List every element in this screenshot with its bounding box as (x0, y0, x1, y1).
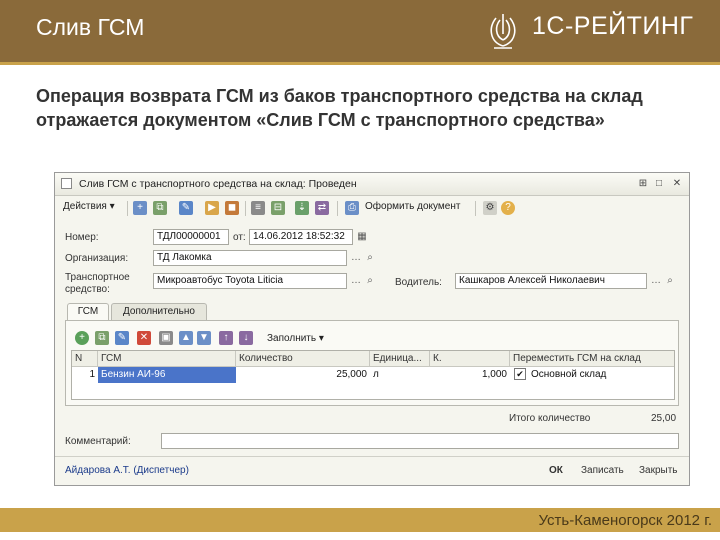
select-button[interactable]: … (649, 274, 663, 288)
tab-additional[interactable]: Дополнительно (111, 303, 207, 321)
column-header-move-to-warehouse[interactable]: Переместить ГСМ на склад (510, 351, 674, 367)
post-document-button[interactable]: Оформить документ (365, 201, 460, 212)
driver-label: Водитель: (395, 277, 442, 288)
brand-name: 1С-РЕЙТИНГ (532, 12, 694, 40)
list-icon[interactable]: ≡ (251, 201, 265, 215)
copy-row-icon[interactable]: ⧉ (95, 331, 109, 345)
window-titlebar: Слив ГСМ с транспортного средства на скл… (55, 173, 689, 196)
column-header-n[interactable]: N (72, 351, 98, 367)
maximize-icon[interactable]: □ (653, 178, 665, 190)
table-cell-warehouse[interactable]: Основной склад (528, 367, 674, 383)
comment-field[interactable] (161, 433, 679, 449)
footer-city-year: Усть-Каменогорск 2012 г. (538, 512, 712, 529)
select-button[interactable]: … (349, 274, 363, 288)
sort-asc-icon[interactable]: ↑ (219, 331, 233, 345)
new-document-icon[interactable]: + (133, 201, 147, 215)
header-divider (0, 62, 720, 65)
toolbar-divider (475, 201, 476, 216)
movements-icon[interactable]: ⇄ (315, 201, 329, 215)
delete-row-icon[interactable]: ✕ (137, 331, 151, 345)
actions-label: Действия (63, 201, 107, 212)
comment-label: Комментарий: (65, 436, 131, 447)
actions-menu[interactable]: Действия ▾ (63, 201, 115, 212)
vehicle-field[interactable]: Микроавтобус Toyota Liticia (153, 273, 347, 289)
toolbar-divider (337, 201, 338, 216)
search-icon[interactable]: ⌕ (363, 251, 377, 265)
ok-button[interactable]: ОК (549, 465, 563, 476)
help-icon[interactable]: ? (501, 201, 515, 215)
table-cell-n: 1 (89, 369, 95, 380)
fuel-table: N ГСМ Количество Единица... К. Перемести… (71, 350, 675, 400)
total-quantity-label: Итого количество (509, 413, 591, 424)
move-checkbox[interactable]: ✔ (514, 367, 528, 383)
column-header-quantity[interactable]: Количество (236, 351, 370, 367)
sort-desc-icon[interactable]: ↓ (239, 331, 253, 345)
tab-fuel[interactable]: ГСМ (67, 303, 109, 321)
add-row-icon[interactable]: + (75, 331, 89, 345)
save-button[interactable]: Записать (581, 465, 624, 476)
slide-description: Операция возврата ГСМ из баков транспорт… (36, 86, 643, 130)
close-icon[interactable]: ✕ (671, 178, 683, 190)
move-down-icon[interactable]: ▼ (197, 331, 211, 345)
main-toolbar: Действия ▾ + ⧉ ✎ ▶ ◼ ≡ ⊟ ⇣ ⇄ ⎙ Оформить … (55, 197, 689, 219)
date-field[interactable]: 14.06.2012 18:52:32 (249, 229, 353, 245)
chevron-down-icon: ▾ (318, 333, 324, 344)
toolbar-divider (127, 201, 128, 216)
post-icon[interactable]: ▶ (205, 201, 219, 215)
window-title: Слив ГСМ с транспортного средства на скл… (79, 178, 357, 190)
author-link[interactable]: Айдарова А.Т. (Диспетчер) (65, 465, 189, 476)
table-cell-k[interactable]: 1,000 (430, 367, 510, 383)
column-header-k[interactable]: К. (430, 351, 510, 367)
copy-icon[interactable]: ⧉ (153, 201, 167, 215)
search-icon[interactable]: ⌕ (363, 274, 377, 288)
document-window: Слив ГСМ с транспортного средства на скл… (54, 172, 690, 486)
table-cell-fuel[interactable]: Бензин АИ-96 (98, 367, 236, 383)
organization-label: Организация: (65, 253, 129, 264)
document-icon (61, 178, 72, 189)
fill-menu[interactable]: Заполнить ▾ (267, 333, 324, 344)
edit-icon[interactable]: ✎ (179, 201, 193, 215)
footer-divider (55, 456, 689, 457)
structure-icon[interactable]: ⇣ (295, 201, 309, 215)
column-header-unit[interactable]: Единица... (370, 351, 430, 367)
select-button[interactable]: … (349, 251, 363, 265)
column-header-fuel[interactable]: ГСМ (98, 351, 236, 367)
settings-icon[interactable]: ⚙ (483, 201, 497, 215)
number-field[interactable]: ТДЛ00000001 (153, 229, 229, 245)
unpost-icon[interactable]: ◼ (225, 201, 239, 215)
checkmark-icon: ✔ (514, 368, 526, 380)
vehicle-label: Транспортное средство: (65, 272, 130, 295)
print-icon[interactable]: ⎙ (345, 201, 359, 215)
close-button[interactable]: Закрыть (639, 465, 678, 476)
organization-field[interactable]: ТД Лакомка (153, 250, 347, 266)
chevron-down-icon: ▾ (109, 201, 115, 212)
slide-title: Слив ГСМ (36, 14, 145, 40)
table-cell-unit[interactable]: л (370, 367, 430, 383)
toolbar-divider (245, 201, 246, 216)
calendar-icon[interactable]: ▦ (355, 230, 369, 244)
driver-field[interactable]: Кашкаров Алексей Николаевич (455, 273, 647, 289)
tree-icon[interactable]: ⊟ (271, 201, 285, 215)
number-label: Номер: (65, 232, 99, 243)
end-edit-icon[interactable]: ▣ (159, 331, 173, 345)
date-from-label: от: (233, 232, 246, 243)
search-icon[interactable]: ⌕ (663, 274, 677, 288)
table-cell-quantity[interactable]: 25,000 (236, 367, 370, 383)
window-menu-icon[interactable]: ⊞ (637, 178, 649, 190)
total-quantity-value: 25,00 (651, 413, 677, 424)
edit-row-icon[interactable]: ✎ (115, 331, 129, 345)
fill-label: Заполнить (267, 333, 317, 344)
brand-logo-icon (490, 14, 516, 49)
move-up-icon[interactable]: ▲ (179, 331, 193, 345)
